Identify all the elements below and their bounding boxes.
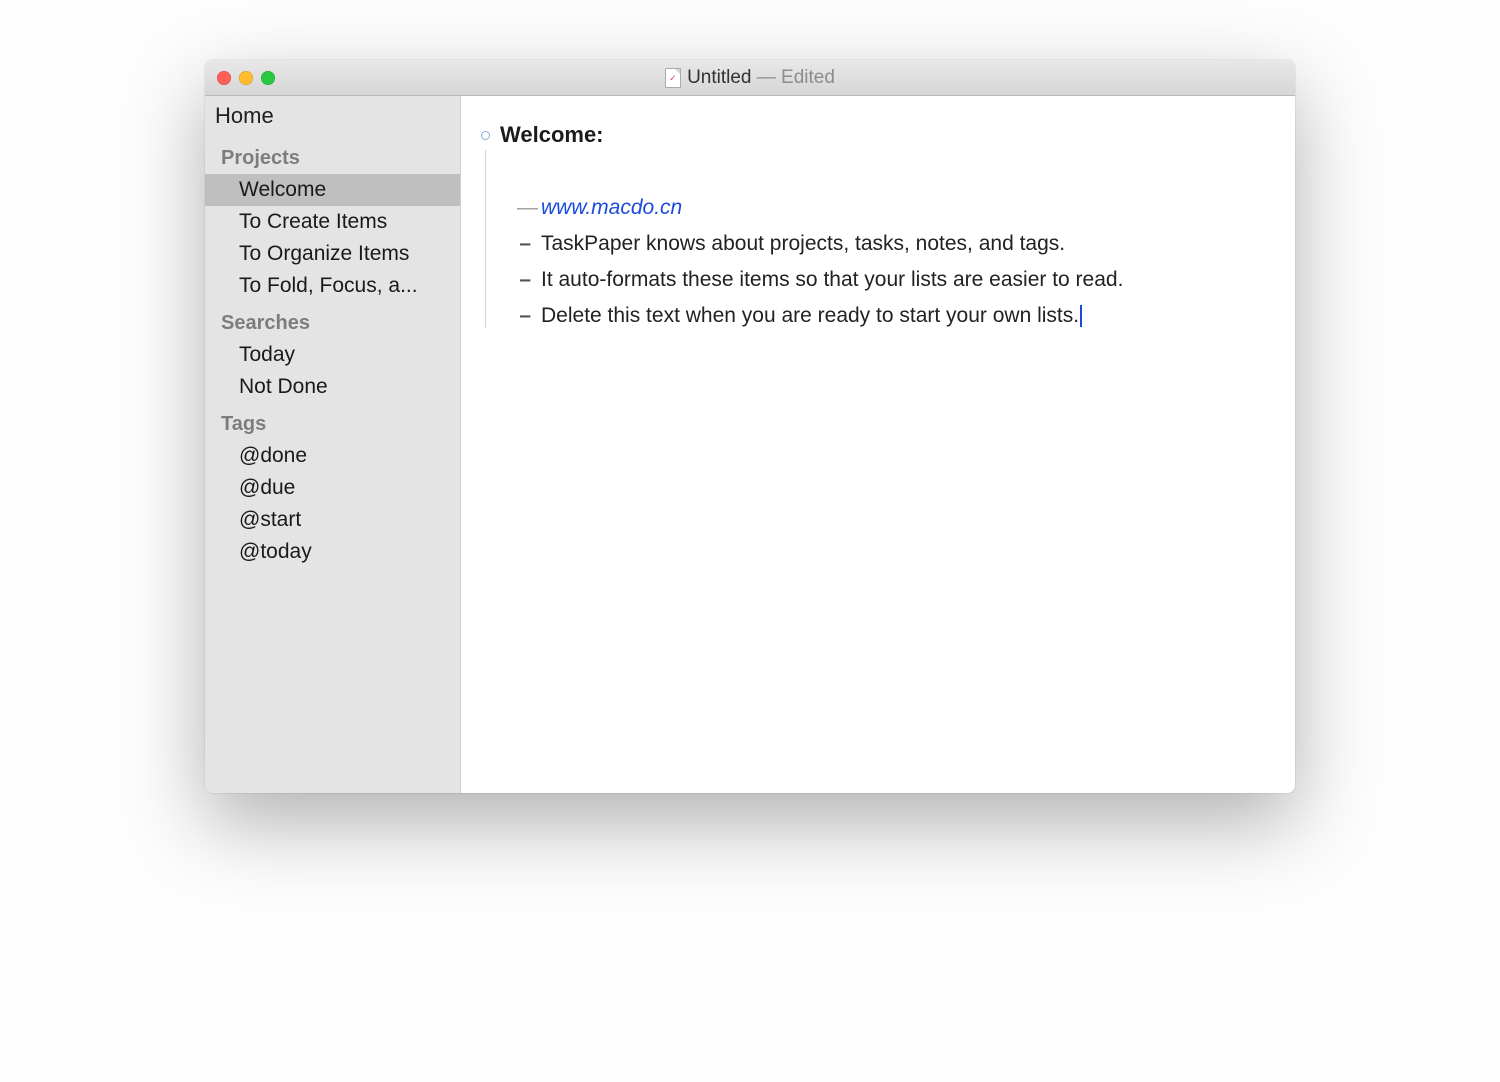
sidebar-item-to-fold-focus[interactable]: To Fold, Focus, a... bbox=[205, 270, 460, 302]
sidebar-item-not-done[interactable]: Not Done bbox=[205, 371, 460, 403]
note-dash-icon: — bbox=[517, 196, 531, 220]
sidebar-home[interactable]: Home bbox=[205, 100, 460, 137]
zoom-button[interactable] bbox=[261, 71, 275, 85]
note-link[interactable]: www.macdo.cn bbox=[541, 196, 682, 220]
sidebar-section-searches: Searches bbox=[205, 302, 460, 339]
sidebar-item-tag-due[interactable]: @due bbox=[205, 472, 460, 504]
sidebar: Home Projects Welcome To Create Items To… bbox=[205, 96, 461, 793]
task-dash-icon: – bbox=[517, 304, 531, 328]
window-title: Untitled — Edited bbox=[205, 67, 1295, 89]
text-cursor bbox=[1080, 305, 1082, 327]
sidebar-item-tag-done[interactable]: @done bbox=[205, 440, 460, 472]
task-dash-icon: – bbox=[517, 268, 531, 292]
sidebar-item-welcome[interactable]: Welcome bbox=[205, 174, 460, 206]
close-button[interactable] bbox=[217, 71, 231, 85]
minimize-button[interactable] bbox=[239, 71, 253, 85]
fold-handle-icon[interactable] bbox=[481, 131, 490, 140]
task-row[interactable]: – It auto-formats these items so that yo… bbox=[517, 268, 1275, 292]
editor-pane[interactable]: Welcome: — www.macdo.cn – TaskPaper know… bbox=[461, 96, 1295, 793]
traffic-lights bbox=[205, 71, 275, 85]
editor-items: — www.macdo.cn – TaskPaper knows about p… bbox=[481, 196, 1275, 328]
sidebar-item-to-organize-items[interactable]: To Organize Items bbox=[205, 238, 460, 270]
sidebar-section-projects: Projects bbox=[205, 137, 460, 174]
app-window: Untitled — Edited Home Projects Welcome … bbox=[205, 60, 1295, 793]
guide-line bbox=[485, 150, 486, 328]
document-icon bbox=[665, 68, 681, 88]
task-row[interactable]: – TaskPaper knows about projects, tasks,… bbox=[517, 232, 1275, 256]
sidebar-section-tags: Tags bbox=[205, 403, 460, 440]
project-heading-row[interactable]: Welcome: bbox=[481, 122, 1275, 148]
task-row[interactable]: – Delete this text when you are ready to… bbox=[517, 304, 1275, 328]
window-body: Home Projects Welcome To Create Items To… bbox=[205, 96, 1295, 793]
document-edited-suffix: — Edited bbox=[751, 67, 834, 88]
sidebar-item-tag-today[interactable]: @today bbox=[205, 536, 460, 568]
task-text: TaskPaper knows about projects, tasks, n… bbox=[541, 232, 1065, 256]
note-row[interactable]: — www.macdo.cn bbox=[517, 196, 1275, 220]
document-name: Untitled bbox=[687, 67, 751, 88]
project-heading: Welcome: bbox=[500, 122, 604, 148]
titlebar[interactable]: Untitled — Edited bbox=[205, 60, 1295, 96]
task-dash-icon: – bbox=[517, 232, 531, 256]
task-text: Delete this text when you are ready to s… bbox=[541, 304, 1079, 327]
sidebar-item-to-create-items[interactable]: To Create Items bbox=[205, 206, 460, 238]
sidebar-item-today[interactable]: Today bbox=[205, 339, 460, 371]
sidebar-item-tag-start[interactable]: @start bbox=[205, 504, 460, 536]
task-text: It auto-formats these items so that your… bbox=[541, 268, 1123, 292]
